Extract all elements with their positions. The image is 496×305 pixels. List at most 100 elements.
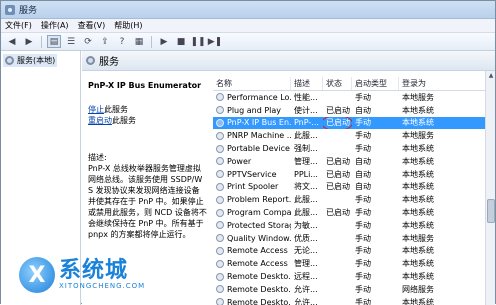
menu-file[interactable]: 文件(F) (5, 20, 32, 31)
service-logon-cell-text: 本地系统 (402, 259, 434, 269)
service-name-cell-text: Power (227, 156, 252, 166)
service-logon-cell-text: 本地系统 (402, 118, 434, 128)
pause-icon[interactable]: ❚❚ (190, 35, 205, 48)
scroll-up-icon[interactable]: ▲ (487, 72, 495, 80)
table-row[interactable]: Portable Device ...强制... 手动 本地系统 (213, 142, 485, 155)
status-highlight-circle (323, 116, 352, 130)
table-row[interactable]: Quality Window... 优质... 手动 本地服务 (213, 232, 485, 245)
column-name[interactable]: 名称 (213, 77, 291, 90)
service-status-cell (323, 142, 352, 155)
service-gear-icon (216, 285, 224, 294)
vertical-scrollbar[interactable]: ▲ (485, 71, 495, 305)
menu-view[interactable]: 查看(V) (78, 20, 106, 31)
table-row[interactable]: Remote Access ... 无论... 手动 本地系统 (213, 245, 485, 258)
service-logon-cell-text: 本地系统 (402, 169, 434, 179)
service-logon-cell: 本地服务 (399, 91, 485, 104)
service-logon-cell-text: 本地系统 (402, 156, 434, 166)
table-row[interactable]: Remote Access ... 管理... 手动 本地系统 (213, 257, 485, 270)
help-icon[interactable]: ? (115, 35, 129, 48)
service-desc-cell-text: 无论... (294, 246, 318, 256)
table-row[interactable]: Plug and Play 使计... 已启动 自动 本地系统 (213, 104, 485, 117)
service-startup-cell: 手动 (352, 193, 399, 206)
table-row[interactable]: Performance Lo... 性能... 手动 本地服务 (213, 91, 485, 104)
services-window: 服务 文件(F) 操作(A) 查看(V) 帮助(H) ◀ ▶ ▤ ☰ ⟳ ⇪ ?… (0, 0, 496, 305)
service-startup-cell: 手动 (352, 232, 399, 245)
back-icon[interactable]: ◀ (5, 35, 19, 48)
table-row[interactable]: PnP-X IP Bus En... PnP-... 已启动 手动 本地系统 (213, 116, 485, 130)
service-gear-icon (216, 118, 224, 127)
service-status-cell-text: 已启动 (326, 182, 350, 192)
export-icon[interactable]: ⇪ (98, 35, 112, 48)
service-gear-icon (216, 259, 224, 268)
scroll-thumb[interactable] (487, 199, 495, 223)
table-row[interactable]: Print Spooler 将文... 已启动 自动 本地系统 (213, 181, 485, 194)
service-logon-cell-text: 本地服务 (402, 92, 434, 102)
service-desc-cell: 此服... (291, 206, 323, 219)
refresh-icon[interactable]: ⟳ (81, 35, 95, 48)
table-row[interactable]: Program Compa...此服... 已启动手动 本地系统 (213, 206, 485, 219)
service-desc-cell-text: 此服... (294, 131, 318, 141)
service-startup-cell-text: 手动 (355, 92, 371, 102)
service-name-cell-text: PPTVService (227, 169, 277, 179)
list-icon[interactable]: ☰ (64, 35, 78, 48)
service-name-cell: Plug and Play (213, 104, 291, 117)
service-startup-cell-text: 手动 (355, 208, 371, 218)
list-rows: Performance Lo... 性能... 手动 本地服务 Plug and Pla… (213, 91, 485, 305)
gear-icon (86, 56, 95, 65)
service-logon-cell: 本地系统 (399, 117, 485, 130)
toolbar-divider (151, 35, 152, 48)
console-tree-icon[interactable]: ▤ (47, 35, 61, 48)
service-desc-cell-text: 使计... (294, 105, 318, 115)
service-status-cell (323, 193, 352, 206)
service-desc-cell: 将文... (291, 181, 323, 194)
forward-icon[interactable]: ▶ (22, 35, 36, 48)
service-desc-cell: 优质... (291, 232, 323, 245)
service-logon-cell: 本地系统 (399, 104, 485, 117)
column-status[interactable]: 状态 (323, 77, 352, 90)
service-startup-cell: 手动 (352, 270, 399, 283)
service-name-cell: Power (213, 155, 291, 168)
service-name: PnP-X IP Bus Enumerator (88, 81, 202, 90)
table-row[interactable]: Protected Storage为敏... 手动 本地系统 (213, 219, 485, 232)
service-startup-cell-text: 手动 (355, 284, 371, 294)
service-desc-cell: PPLi... (291, 168, 323, 181)
restart-icon[interactable]: ▶❚ (208, 35, 222, 48)
properties-icon[interactable]: ▦ (132, 35, 146, 48)
table-row[interactable]: Power 管理... 已启动 自动 本地系统 (213, 155, 485, 168)
service-name-cell: PPTVService (213, 168, 291, 181)
service-name-cell-text: Portable Device ... (227, 144, 291, 154)
column-description[interactable]: 描述 (291, 77, 323, 90)
service-gear-icon (216, 195, 224, 204)
menu-action[interactable]: 操作(A) (41, 20, 69, 31)
table-row[interactable]: Remote Deskto... 远程... 手动 本地系统 (213, 270, 485, 283)
stop-service-link[interactable]: 停止 (88, 105, 104, 114)
service-desc-cell-text: PPLi... (294, 169, 318, 179)
restart-service-link[interactable]: 重启动 (88, 116, 112, 125)
service-logon-cell: 本地系统 (399, 257, 485, 270)
service-desc-cell-text: 远程... (294, 272, 318, 282)
tree-item-services-local[interactable]: 服务(本地) (3, 54, 58, 67)
column-startup-type[interactable]: 启动类型 (352, 77, 399, 90)
table-row[interactable]: PNRP Machine ... 此服... 手动 本地服务 (213, 129, 485, 142)
service-status-cell-text: 已启动 (326, 169, 350, 179)
column-log-on-as[interactable]: 登录为 (399, 77, 485, 90)
service-name-cell: Remote Deskto... (213, 283, 291, 296)
table-row[interactable]: PPTVService PPLi... 已启动 自动 本地系统 (213, 168, 485, 181)
service-desc-cell: PnP-... (291, 117, 323, 130)
service-logon-cell-text: 本地系统 (402, 272, 434, 282)
service-name-cell: PNRP Machine ... (213, 129, 291, 142)
stop-icon[interactable]: ■ (174, 35, 188, 48)
menu-help[interactable]: 帮助(H) (114, 20, 142, 31)
service-description: PnP-X 总线枚举器服务管理虚拟网络总线。该服务使用 SSDP/WS 发现协议… (88, 164, 207, 239)
service-startup-cell-text: 手动 (355, 131, 371, 141)
service-startup-cell-text: 手动 (355, 272, 371, 282)
table-row[interactable]: Remote Deskto... 允许... 手动 网络服务 (213, 283, 485, 296)
table-row[interactable]: Problem Report... 此服... 手动 本地系统 (213, 193, 485, 206)
service-logon-cell: 本地服务 (399, 232, 485, 245)
play-icon[interactable]: ▶ (157, 35, 171, 48)
service-desc-cell-text: 管理... (294, 156, 318, 166)
service-logon-cell-text: 本地系统 (402, 195, 434, 205)
service-name-cell-text: Print Spooler (227, 182, 279, 192)
service-name-cell-text: PnP-X IP Bus En... (227, 118, 291, 128)
service-name-cell-text: Quality Window... (227, 233, 291, 243)
